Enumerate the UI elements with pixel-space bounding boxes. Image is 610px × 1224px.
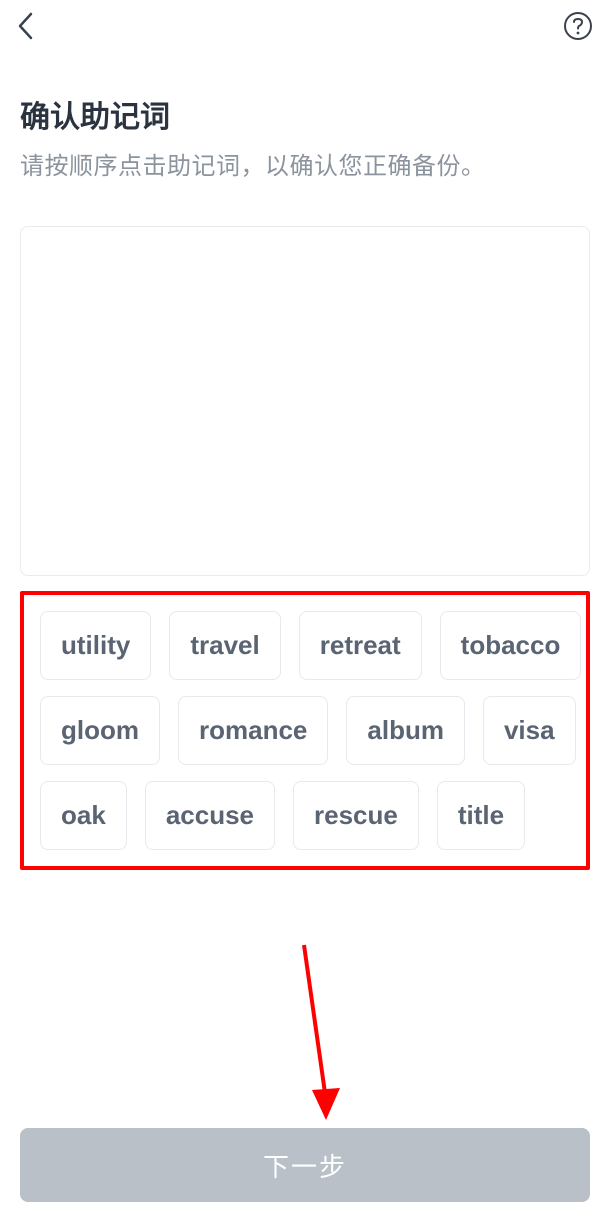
mnemonic-words-container: utility travel retreat tobacco gloom rom… <box>20 591 590 870</box>
word-chip-utility[interactable]: utility <box>40 611 151 680</box>
word-chip-title[interactable]: title <box>437 781 525 850</box>
word-chip-travel[interactable]: travel <box>169 611 280 680</box>
word-chip-oak[interactable]: oak <box>40 781 127 850</box>
word-chip-visa[interactable]: visa <box>483 696 576 765</box>
back-button[interactable] <box>10 10 42 42</box>
word-chip-accuse[interactable]: accuse <box>145 781 275 850</box>
words-row: utility travel retreat tobacco gloom rom… <box>40 611 582 850</box>
selected-words-box[interactable] <box>20 226 590 576</box>
next-button[interactable]: 下一步 <box>20 1128 590 1202</box>
content: 确认助记词 请按顺序点击助记词，以确认您正确备份。 <box>0 52 610 181</box>
chevron-left-icon <box>16 11 36 41</box>
help-button[interactable] <box>560 8 596 44</box>
word-chip-rescue[interactable]: rescue <box>293 781 419 850</box>
word-chip-gloom[interactable]: gloom <box>40 696 160 765</box>
word-chip-album[interactable]: album <box>346 696 465 765</box>
header <box>0 0 610 52</box>
word-chip-retreat[interactable]: retreat <box>299 611 422 680</box>
annotation-arrow <box>296 940 356 1145</box>
page-title: 确认助记词 <box>20 92 590 136</box>
question-circle-icon <box>563 11 593 41</box>
page-subtitle: 请按顺序点击助记词，以确认您正确备份。 <box>20 146 590 181</box>
word-chip-romance[interactable]: romance <box>178 696 328 765</box>
word-chip-tobacco[interactable]: tobacco <box>440 611 582 680</box>
